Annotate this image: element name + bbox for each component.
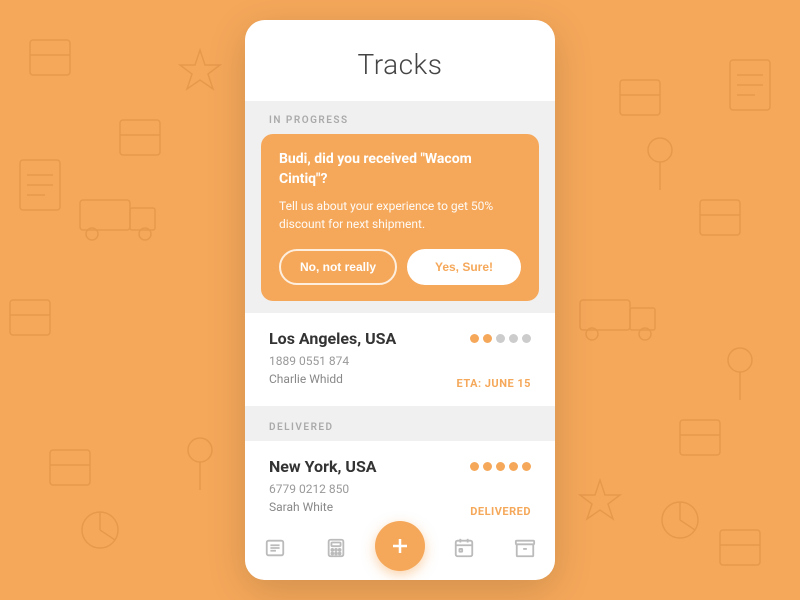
no-not-really-button[interactable]: No, not really	[279, 249, 397, 285]
section-label-delivered: DELIVERED	[245, 408, 555, 441]
archive-icon	[514, 537, 536, 559]
dot-1	[470, 334, 479, 343]
track-item-la-header: Los Angeles, USA	[269, 329, 531, 348]
dot-5	[522, 334, 531, 343]
track-info-la: 1889 0551 874 Charlie Whidd	[269, 354, 349, 390]
notification-title: Budi, did you received "Wacom Cintiq"?	[279, 150, 521, 189]
calculator-icon	[325, 537, 347, 559]
dot-4	[509, 334, 518, 343]
track-number-la: 1889 0551 874	[269, 354, 349, 368]
card-content: IN PROGRESS Budi, did you received "Waco…	[245, 101, 555, 516]
section-label-in-progress: IN PROGRESS	[245, 101, 555, 134]
bottom-nav	[245, 516, 555, 580]
track-location-ny: New York, USA	[269, 457, 377, 476]
notification-actions: No, not really Yes, Sure!	[279, 249, 521, 285]
dot-3	[496, 334, 505, 343]
dot-2	[483, 334, 492, 343]
track-number-ny: 6779 0212 850	[269, 482, 349, 496]
track-dots-la	[470, 334, 531, 343]
card-header: Tracks	[245, 20, 555, 101]
notification-banner: Budi, did you received "Wacom Cintiq"? T…	[261, 134, 539, 301]
dot-ny-2	[483, 462, 492, 471]
track-item-ny-header: New York, USA	[269, 457, 531, 476]
nav-item-archive[interactable]	[503, 526, 547, 570]
track-meta-ny: 6779 0212 850 Sarah White DELIVERED	[269, 482, 531, 516]
track-recipient-ny: Sarah White	[269, 500, 349, 514]
track-location-la: Los Angeles, USA	[269, 329, 396, 348]
dot-ny-3	[496, 462, 505, 471]
calendar-icon	[453, 537, 475, 559]
track-recipient-la: Charlie Whidd	[269, 372, 349, 386]
track-item-la[interactable]: Los Angeles, USA 1889 0551 874 Charlie W…	[245, 313, 555, 406]
nav-fab-add[interactable]	[375, 521, 425, 571]
add-icon	[388, 534, 412, 558]
nav-item-list[interactable]	[253, 526, 297, 570]
main-card: Tracks IN PROGRESS Budi, did you receive…	[245, 20, 555, 580]
track-delivered-ny: DELIVERED	[470, 505, 531, 516]
notification-body: Tell us about your experience to get 50%…	[279, 197, 521, 233]
dot-ny-1	[470, 462, 479, 471]
track-item-ny[interactable]: New York, USA 6779 0212 850 Sarah White …	[245, 441, 555, 516]
track-info-ny: 6779 0212 850 Sarah White	[269, 482, 349, 516]
dot-ny-4	[509, 462, 518, 471]
list-icon	[264, 537, 286, 559]
nav-item-calculator[interactable]	[314, 526, 358, 570]
yes-sure-button[interactable]: Yes, Sure!	[407, 249, 521, 285]
track-meta-la: 1889 0551 874 Charlie Whidd ETA: JUNE 15	[269, 354, 531, 390]
nav-item-calendar[interactable]	[442, 526, 486, 570]
track-dots-ny	[470, 462, 531, 471]
page-title: Tracks	[269, 48, 531, 81]
track-eta-la: ETA: JUNE 15	[457, 377, 531, 390]
dot-ny-5	[522, 462, 531, 471]
